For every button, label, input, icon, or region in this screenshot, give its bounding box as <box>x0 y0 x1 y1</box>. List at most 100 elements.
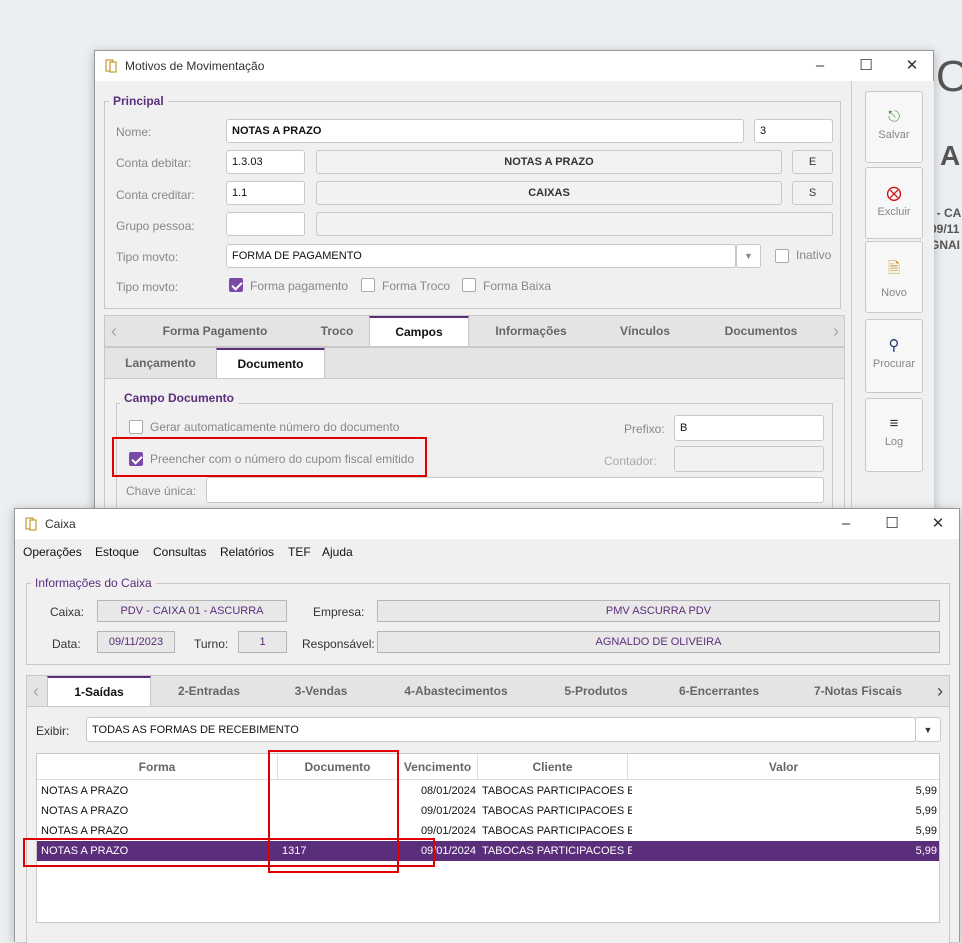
tab-scroll-left[interactable]: ‹ <box>105 316 123 346</box>
table-row[interactable]: NOTAS A PRAZO 1317 09/01/2024 TABOCAS PARTI… <box>37 841 939 861</box>
tab-saidas[interactable]: 1-Saídas <box>47 676 151 706</box>
new-document-icon: 🗎 <box>887 260 901 277</box>
gerar-numero-checkbox[interactable] <box>129 420 143 434</box>
save-icon: ⎋ <box>888 108 900 125</box>
nome-input[interactable]: NOTAS A PRAZO <box>226 119 744 143</box>
log-button[interactable]: ≡ Log <box>865 398 923 472</box>
col-forma[interactable]: Forma <box>37 754 278 780</box>
subtab-documento[interactable]: Documento <box>216 348 325 378</box>
exibir-select[interactable]: TODAS AS FORMAS DE RECEBIMENTO <box>86 717 916 742</box>
cell-vencimento: 09/01/2024 <box>420 805 476 817</box>
maximize-button[interactable]: ☐ <box>869 509 915 539</box>
log-label: Log <box>884 436 904 448</box>
tab-entradas[interactable]: 2-Entradas <box>151 676 267 706</box>
exibir-dropdown-button[interactable]: ▼ <box>915 717 941 742</box>
col-valor[interactable]: Valor <box>628 754 939 780</box>
tab-abastecimentos[interactable]: 4-Abastecimentos <box>375 676 537 706</box>
conta-creditar-desc: CAIXAS <box>316 181 782 205</box>
cell-valor: 5,99 <box>915 785 937 797</box>
motivos-titlebar: Motivos de Movimentação – ☐ ✕ <box>95 51 933 81</box>
tab-notas-fiscais[interactable]: 7-Notas Fiscais <box>783 676 933 706</box>
app-icon <box>25 517 37 531</box>
menu-operacoes[interactable]: Operações <box>23 545 82 559</box>
forma-troco-checkbox[interactable] <box>361 278 375 292</box>
nome-code-input[interactable]: 3 <box>754 119 833 143</box>
responsavel-label: Responsável: <box>302 637 375 651</box>
principal-group-title: Principal <box>109 94 168 108</box>
menu-relatorios[interactable]: Relatórios <box>220 545 274 559</box>
inativo-label: Inativo <box>796 248 832 262</box>
maximize-button[interactable]: ☐ <box>843 51 889 81</box>
cell-forma: NOTAS A PRAZO <box>41 785 129 797</box>
tab-vinculos[interactable]: Vínculos <box>593 316 697 346</box>
menu-consultas[interactable]: Consultas <box>153 545 206 559</box>
cell-documento <box>282 781 392 801</box>
col-documento[interactable]: Documento <box>278 754 398 780</box>
cell-vencimento: 08/01/2024 <box>420 785 476 797</box>
chevron-down-icon: ▼ <box>923 724 933 735</box>
tab-scroll-right[interactable]: › <box>931 676 949 706</box>
col-cliente[interactable]: Cliente <box>478 754 628 780</box>
tab-documentos[interactable]: Documentos <box>697 316 825 346</box>
grupo-pessoa-input[interactable] <box>226 212 305 236</box>
menu-estoque[interactable]: Estoque <box>95 545 139 559</box>
tab-scroll-left[interactable]: ‹ <box>27 676 45 706</box>
background-text: / - CA <box>930 206 962 220</box>
forma-troco-label: Forma Troco <box>382 279 451 293</box>
tipo-movto-dropdown-button[interactable]: ▼ <box>736 244 761 268</box>
background-text: AIX <box>940 140 962 171</box>
responsavel-value: AGNALDO DE OLIVEIRA <box>377 631 940 653</box>
contador-input[interactable] <box>674 446 824 472</box>
cell-documento: 1317 <box>282 845 307 857</box>
table-row[interactable]: NOTAS A PRAZO 09/01/2024 TABOCAS PARTICIPA… <box>37 801 939 821</box>
tipo-movto-label: Tipo movto: <box>116 250 179 264</box>
prefixo-input[interactable]: B <box>674 415 824 441</box>
table-row[interactable]: NOTAS A PRAZO 09/01/2024 TABOCAS PARTICIPA… <box>37 821 939 841</box>
campo-documento-title: Campo Documento <box>120 391 239 405</box>
procurar-button[interactable]: ⚲ Procurar <box>865 319 923 393</box>
menu-ajuda[interactable]: Ajuda <box>322 545 353 559</box>
tab-vendas[interactable]: 3-Vendas <box>267 676 375 706</box>
inativo-checkbox[interactable] <box>775 249 789 263</box>
turno-value: 1 <box>238 631 287 653</box>
grupo-pessoa-label: Grupo pessoa: <box>116 219 195 233</box>
window-title: Motivos de Movimentação <box>125 59 265 73</box>
conta-debitar-input[interactable]: 1.3.03 <box>226 150 305 174</box>
tab-forma-pagamento[interactable]: Forma Pagamento <box>135 316 295 346</box>
col-vencimento[interactable]: Vencimento <box>398 754 478 780</box>
chave-unica-label: Chave única: <box>126 484 197 498</box>
tab-informacoes[interactable]: Informações <box>469 316 593 346</box>
tab-troco[interactable]: Troco <box>295 316 379 346</box>
minimize-button[interactable]: – <box>797 51 843 81</box>
data-label: Data: <box>52 637 81 651</box>
chave-unica-input[interactable] <box>206 477 824 503</box>
preencher-cupom-checkbox[interactable] <box>129 452 143 466</box>
close-button[interactable]: ✕ <box>915 509 961 539</box>
tab-campos[interactable]: Campos <box>369 316 469 346</box>
excluir-button[interactable]: ⨂ Excluir <box>865 167 923 239</box>
conta-creditar-input[interactable]: 1.1 <box>226 181 305 205</box>
tab-encerrantes[interactable]: 6-Encerrantes <box>655 676 783 706</box>
salvar-button[interactable]: ⎋ Salvar <box>865 91 923 163</box>
conta-debitar-flag: E <box>792 150 833 174</box>
caixa-label: Caixa: <box>50 605 85 619</box>
cell-valor: 5,99 <box>915 825 937 837</box>
empresa-value: PMV ASCURRA PDV <box>377 600 940 622</box>
motivos-subtabbar: Lançamento Documento <box>104 347 845 379</box>
caixa-value: PDV - CAIXA 01 - ASCURRA <box>97 600 287 622</box>
log-icon: ≡ <box>889 415 899 432</box>
subtab-lancamento[interactable]: Lançamento <box>105 348 216 378</box>
contador-label: Contador: <box>604 454 657 468</box>
minimize-button[interactable]: – <box>823 509 869 539</box>
cell-cliente: TABOCAS PARTICIPACOES E <box>482 845 632 857</box>
gerar-numero-label: Gerar automaticamente número do document… <box>150 420 400 434</box>
menu-tef[interactable]: TEF <box>288 545 311 559</box>
tipo-movto-select[interactable]: FORMA DE PAGAMENTO <box>226 244 736 268</box>
table-row[interactable]: NOTAS A PRAZO 08/01/2024 TABOCAS PARTICIPA… <box>37 781 939 801</box>
forma-pagamento-checkbox[interactable] <box>229 278 243 292</box>
novo-button[interactable]: 🗎 Novo <box>865 241 923 313</box>
tab-produtos[interactable]: 5-Produtos <box>537 676 655 706</box>
tab-scroll-right[interactable]: › <box>827 316 845 346</box>
close-button[interactable]: ✕ <box>889 51 935 81</box>
forma-baixa-checkbox[interactable] <box>462 278 476 292</box>
